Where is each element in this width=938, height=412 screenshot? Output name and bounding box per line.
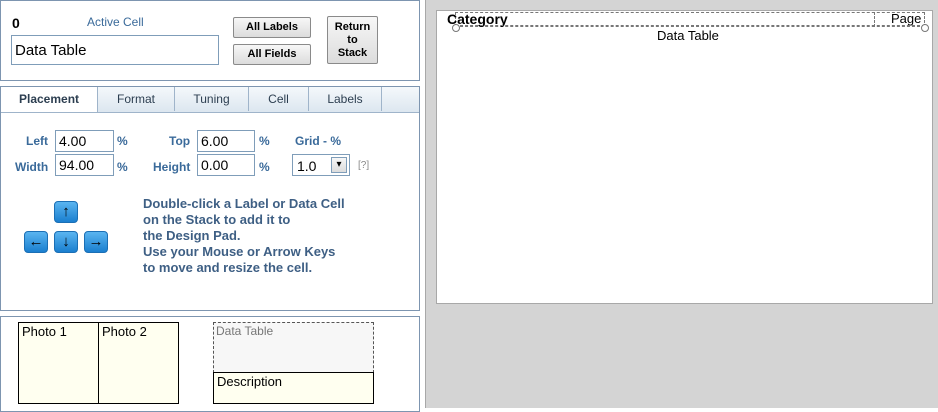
- move-left-button[interactable]: ←: [24, 231, 48, 253]
- width-label: Width: [15, 160, 49, 174]
- tab-cell[interactable]: Cell: [249, 87, 309, 111]
- chevron-down-icon: ▾: [331, 157, 347, 173]
- return-label-line1: Return: [334, 21, 371, 33]
- left-unit: %: [117, 134, 128, 148]
- tab-placement[interactable]: Placement: [1, 87, 98, 112]
- instructions: Double-click a Label or Data Cell on the…: [143, 196, 345, 276]
- width-unit: %: [117, 160, 128, 174]
- resize-handle-right[interactable]: [921, 24, 929, 32]
- tab-labels[interactable]: Labels: [309, 87, 382, 111]
- layout-thumbnails-panel: Photo 1 Photo 2 Data Table Description: [0, 316, 420, 412]
- move-down-button[interactable]: ↓: [54, 231, 78, 253]
- left-label: Left: [26, 134, 48, 148]
- design-pad[interactable]: Category Page Data Table: [436, 10, 933, 304]
- height-label: Height: [153, 160, 191, 174]
- height-unit: %: [259, 160, 270, 174]
- move-up-button[interactable]: ↑: [54, 201, 78, 223]
- resize-handle-left[interactable]: [452, 24, 460, 32]
- height-input[interactable]: [197, 154, 255, 176]
- photo-1-cell[interactable]: Photo 1: [18, 322, 99, 404]
- top-label: Top: [169, 134, 191, 148]
- description-cell[interactable]: Description: [213, 372, 374, 404]
- photo-2-cell[interactable]: Photo 2: [98, 322, 179, 404]
- data-table-cell[interactable]: Data Table: [213, 322, 374, 373]
- grid-select-value: 1.0: [297, 158, 317, 174]
- design-workspace: Category Page Data Table: [425, 0, 938, 408]
- return-to-stack-button[interactable]: Return to Stack: [327, 16, 378, 64]
- all-fields-button[interactable]: All Fields: [233, 44, 311, 65]
- grid-label: Grid - %: [295, 134, 342, 148]
- active-cell-name-input[interactable]: [11, 35, 219, 65]
- help-link[interactable]: [?]: [358, 160, 369, 171]
- tab-tuning[interactable]: Tuning: [175, 87, 249, 111]
- top-unit: %: [259, 134, 270, 148]
- return-label-line3: Stack: [337, 47, 368, 59]
- active-cell-label: Active Cell: [87, 15, 144, 29]
- instruction-line-4: Use your Mouse or Arrow Keys: [143, 244, 336, 259]
- grid-select[interactable]: 1.0 ▾: [292, 154, 350, 176]
- instruction-line-1: Double-click a Label or Data Cell: [143, 196, 345, 211]
- instruction-line-5: to move and resize the cell.: [143, 260, 313, 275]
- move-right-button[interactable]: →: [84, 231, 108, 253]
- data-table-selection[interactable]: [455, 25, 925, 27]
- tab-format[interactable]: Format: [98, 87, 175, 111]
- top-input[interactable]: [197, 130, 255, 152]
- all-labels-button[interactable]: All Labels: [233, 17, 311, 38]
- width-input[interactable]: [55, 154, 114, 176]
- active-cell-index: 0: [12, 15, 20, 31]
- tab-bar: Placement Format Tuning Cell Labels: [1, 87, 419, 113]
- data-table-label: Data Table: [657, 28, 719, 43]
- left-input[interactable]: [55, 130, 114, 152]
- active-cell-panel: 0 Active Cell All Labels All Fields Retu…: [0, 0, 420, 81]
- properties-panel: Placement Format Tuning Cell Labels Left…: [0, 86, 420, 311]
- instruction-line-2: on the Stack to add it to: [143, 212, 291, 227]
- instruction-line-3: the Design Pad.: [143, 228, 241, 243]
- page-label: Page: [891, 11, 922, 26]
- return-label-line2: to: [347, 34, 358, 46]
